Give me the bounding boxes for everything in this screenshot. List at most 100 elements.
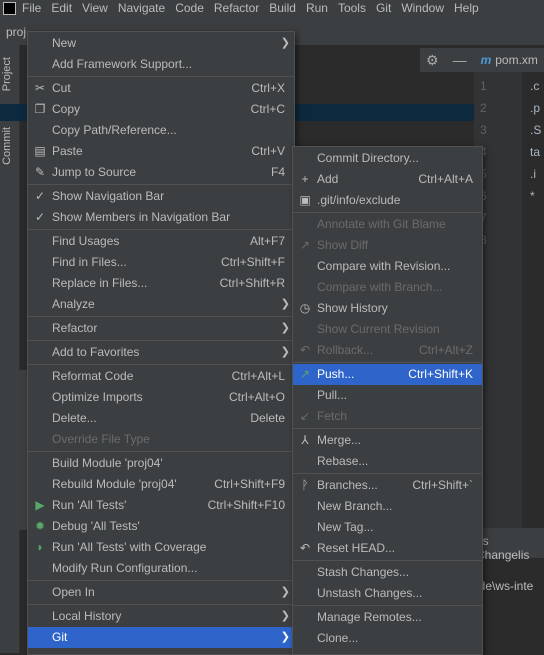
git-item-commit-directory[interactable]: Commit Directory...	[293, 148, 482, 169]
merge-icon: ⅄	[301, 433, 309, 447]
item-label: New	[52, 36, 77, 50]
git-item-clone[interactable]: Clone...	[293, 628, 482, 649]
item-label: Add to Favorites	[52, 345, 140, 359]
shortcut-label: Ctrl+Shift+`	[412, 478, 473, 492]
shortcut-label: Delete	[250, 411, 285, 425]
menu-separator	[28, 229, 294, 230]
git-item-info-exclude[interactable]: ▣ .git/info/exclude	[293, 190, 482, 211]
checkmark-icon: ✓	[34, 189, 46, 203]
item-label: Git	[52, 630, 68, 644]
git-item-compare-branch: Compare with Branch...	[293, 277, 482, 298]
menu-file[interactable]: File	[22, 1, 41, 15]
git-item-add[interactable]: + Add Ctrl+Alt+A	[293, 169, 482, 190]
shortcut-label: Ctrl+Alt+L	[231, 369, 285, 383]
item-label: Show Navigation Bar	[52, 189, 165, 203]
minimize-icon[interactable]: —	[453, 52, 467, 68]
menu-item-modify-run-config[interactable]: Modify Run Configuration...	[28, 558, 294, 579]
menu-item-run-with-coverage[interactable]: ◗ Run 'All Tests' with Coverage	[28, 537, 294, 558]
menu-item-add-to-favorites[interactable]: Add to Favorites ❯	[28, 342, 294, 363]
menu-refactor[interactable]: Refactor	[214, 1, 259, 15]
chevron-right-icon: ❯	[280, 586, 290, 598]
menu-item-paste[interactable]: ▤ Paste Ctrl+V	[28, 141, 294, 162]
item-label: Rebase...	[317, 454, 369, 468]
git-item-new-tag[interactable]: New Tag...	[293, 517, 482, 538]
code-line: .c	[530, 79, 540, 93]
menu-item-add-framework-support[interactable]: Add Framework Support...	[28, 54, 294, 75]
menu-item-show-members[interactable]: ✓ Show Members in Navigation Bar	[28, 207, 294, 228]
menu-item-find-in-files[interactable]: Find in Files... Ctrl+Shift+F	[28, 252, 294, 273]
push-arrow-icon: ↗	[299, 367, 311, 381]
menu-item-new[interactable]: New ❯	[28, 33, 294, 54]
item-label: Modify Run Configuration...	[52, 561, 198, 575]
menu-edit[interactable]: Edit	[51, 1, 72, 15]
menu-navigate[interactable]: Navigate	[118, 1, 165, 15]
menu-item-open-in[interactable]: Open In ❯	[28, 582, 294, 603]
item-label: Find Usages	[52, 234, 120, 248]
item-label: Copy Path/Reference...	[52, 123, 177, 137]
editor-tab-pom[interactable]: m pom.xm	[481, 53, 538, 67]
scissors-icon: ✂	[34, 81, 46, 95]
item-label: Replace in Files...	[52, 276, 148, 290]
menu-separator	[28, 364, 294, 365]
main-menubar: File Edit View Navigate Code Refactor Bu…	[0, 0, 544, 16]
menu-item-show-navigation-bar[interactable]: ✓ Show Navigation Bar	[28, 186, 294, 207]
item-label: Manage Remotes...	[317, 610, 422, 624]
menu-item-refactor[interactable]: Refactor ❯	[28, 318, 294, 339]
item-label: Override File Type	[52, 432, 150, 446]
git-item-show-history[interactable]: ◷ Show History	[293, 298, 482, 319]
git-item-branches[interactable]: ᚹ Branches... Ctrl+Shift+`	[293, 475, 482, 496]
shortcut-label: Ctrl+Shift+F	[220, 255, 285, 269]
menu-item-git[interactable]: Git ❯	[28, 627, 294, 648]
menu-item-cut[interactable]: ✂ Cut Ctrl+X	[28, 78, 294, 99]
menu-item-copy[interactable]: ❐ Copy Ctrl+C	[28, 99, 294, 120]
item-label: Reset HEAD...	[317, 541, 396, 555]
menu-item-jump-to-source[interactable]: ✎ Jump to Source F4	[28, 162, 294, 183]
gear-icon[interactable]: ⚙	[426, 52, 439, 69]
git-item-unstash-changes[interactable]: Unstash Changes...	[293, 583, 482, 604]
menu-run[interactable]: Run	[306, 1, 328, 15]
code-line: *	[530, 189, 535, 203]
git-item-rebase[interactable]: Rebase...	[293, 451, 482, 472]
menu-help[interactable]: Help	[454, 1, 479, 15]
item-label: Copy	[52, 102, 81, 116]
shortcut-label: Ctrl+Shift+F10	[207, 498, 285, 512]
git-item-merge[interactable]: ⅄ Merge...	[293, 430, 482, 451]
shortcut-label: Ctrl+Shift+K	[408, 367, 473, 381]
git-item-compare-revision[interactable]: Compare with Revision...	[293, 256, 482, 277]
changelist-tab[interactable]: es Changelis	[476, 534, 544, 562]
git-item-new-branch[interactable]: New Branch...	[293, 496, 482, 517]
pencil-icon: ✎	[34, 165, 46, 179]
menu-git[interactable]: Git	[376, 1, 391, 15]
menu-tools[interactable]: Tools	[338, 1, 366, 15]
menu-item-local-history[interactable]: Local History ❯	[28, 606, 294, 627]
menu-build[interactable]: Build	[269, 1, 296, 15]
menu-item-rebuild-module[interactable]: Rebuild Module 'proj04' Ctrl+Shift+F9	[28, 474, 294, 495]
left-tool-strip: Project Commit	[0, 45, 20, 653]
menu-item-optimize-imports[interactable]: Optimize Imports Ctrl+Alt+O	[28, 387, 294, 408]
menu-item-replace-in-files[interactable]: Replace in Files... Ctrl+Shift+R	[28, 273, 294, 294]
menu-item-reformat-code[interactable]: Reformat Code Ctrl+Alt+L	[28, 366, 294, 387]
line-number: 3	[480, 123, 487, 137]
commit-tool-tab[interactable]: Commit	[1, 127, 18, 165]
git-item-pull[interactable]: Pull...	[293, 385, 482, 406]
menu-item-copy-path[interactable]: Copy Path/Reference...	[28, 120, 294, 141]
app-logo-icon	[3, 1, 16, 15]
menu-item-build-module[interactable]: Build Module 'proj04'	[28, 453, 294, 474]
project-tool-tab[interactable]: Project	[1, 57, 18, 91]
item-label: Local History	[52, 609, 122, 623]
project-breadcrumb[interactable]: proj	[6, 25, 26, 39]
menu-item-delete[interactable]: Delete... Delete	[28, 408, 294, 429]
git-item-push[interactable]: ↗ Push... Ctrl+Shift+K	[293, 364, 482, 385]
menu-code[interactable]: Code	[175, 1, 204, 15]
menu-item-run-all-tests[interactable]: ▶ Run 'All Tests' Ctrl+Shift+F10	[28, 495, 294, 516]
menu-view[interactable]: View	[82, 1, 108, 15]
menu-item-debug-all-tests[interactable]: ✹ Debug 'All Tests'	[28, 516, 294, 537]
item-label: Clone...	[317, 631, 359, 645]
menu-item-find-usages[interactable]: Find Usages Alt+F7	[28, 231, 294, 252]
menu-window[interactable]: Window	[401, 1, 444, 15]
item-label: Merge...	[317, 433, 362, 447]
git-item-stash-changes[interactable]: Stash Changes...	[293, 562, 482, 583]
git-item-reset-head[interactable]: ↶ Reset HEAD...	[293, 538, 482, 559]
menu-item-analyze[interactable]: Analyze ❯	[28, 294, 294, 315]
git-item-manage-remotes[interactable]: Manage Remotes...	[293, 607, 482, 628]
